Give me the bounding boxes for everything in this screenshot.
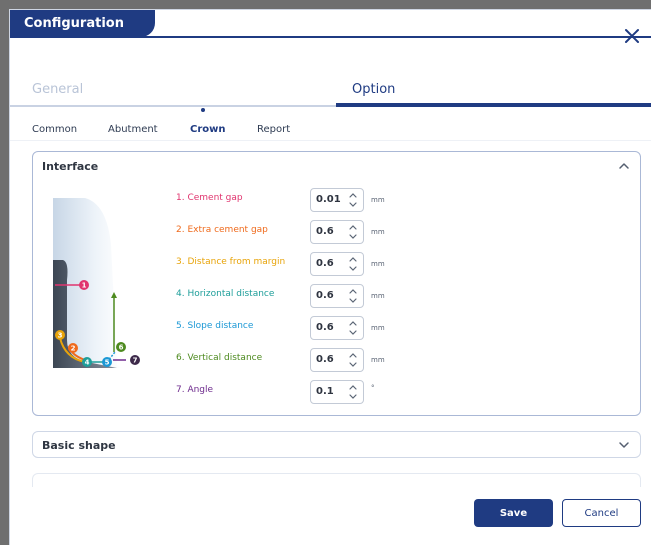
stepper-value[interactable]: 0.6 [316, 258, 334, 269]
param-label: 5. Slope distance [176, 321, 254, 331]
stepper-arrows-icon[interactable] [347, 383, 359, 401]
stepper-arrows-icon[interactable] [347, 255, 359, 273]
stepper-arrows-icon[interactable] [347, 223, 359, 241]
angle-stepper[interactable]: 0.1 [310, 380, 364, 404]
distance-from-margin-stepper[interactable]: 0.6 [310, 252, 364, 276]
marker-3: 3 [58, 332, 63, 340]
param-horizontal-distance: 4. Horizontal distance 0.6 mm [176, 284, 426, 308]
stepper-value[interactable]: 0.01 [316, 194, 341, 205]
tab-crown[interactable]: Crown [190, 124, 226, 135]
param-label: 7. Angle [176, 385, 214, 395]
param-label: 3. Distance from margin [176, 257, 286, 267]
marker-6: 6 [119, 344, 124, 352]
cement-gap-stepper[interactable]: 0.01 [310, 188, 364, 212]
tab-common[interactable]: Common [32, 124, 77, 135]
param-unit: mm [371, 324, 385, 332]
stepper-arrows-icon[interactable] [347, 319, 359, 337]
param-unit: mm [371, 356, 385, 364]
chevron-down-icon[interactable] [618, 439, 630, 451]
param-unit: mm [371, 292, 385, 300]
sub-tabs: Common Abutment Crown Report [10, 106, 651, 141]
main-tabs: General Option [10, 72, 651, 107]
stepper-value[interactable]: 0.6 [316, 322, 334, 333]
slope-distance-stepper[interactable]: 0.6 [310, 316, 364, 340]
param-unit: ° [371, 384, 375, 392]
dialog-title: Configuration [10, 10, 155, 37]
marker-4: 4 [85, 359, 90, 367]
param-label: 1. Cement gap [176, 193, 243, 203]
param-unit: mm [371, 260, 385, 268]
tab-option[interactable]: Option [352, 82, 395, 97]
active-tab-indicator [201, 108, 205, 112]
interface-panel: Interface 1 2 3 4 5 6 7 1. Cement gap 0.… [32, 151, 641, 416]
horizontal-distance-stepper[interactable]: 0.6 [310, 284, 364, 308]
param-label: 2. Extra cement gap [176, 225, 268, 235]
tab-general[interactable]: General [32, 82, 83, 97]
stepper-value[interactable]: 0.1 [316, 386, 334, 397]
stepper-value[interactable]: 0.6 [316, 226, 334, 237]
param-label: 4. Horizontal distance [176, 289, 275, 299]
marker-7: 7 [133, 357, 138, 365]
stepper-arrows-icon[interactable] [347, 287, 359, 305]
stepper-value[interactable]: 0.6 [316, 290, 334, 301]
crown-interface-illustration: 1 2 3 4 5 6 7 [45, 190, 155, 390]
param-label: 6. Vertical distance [176, 353, 263, 363]
collapsed-panel[interactable] [32, 473, 641, 487]
param-slope-distance: 5. Slope distance 0.6 mm [176, 316, 426, 340]
param-extra-cement-gap: 2. Extra cement gap 0.6 mm [176, 220, 426, 244]
basic-shape-title[interactable]: Basic shape [42, 439, 116, 452]
stepper-value[interactable]: 0.6 [316, 354, 334, 365]
vertical-distance-stepper[interactable]: 0.6 [310, 348, 364, 372]
param-vertical-distance: 6. Vertical distance 0.6 mm [176, 348, 426, 372]
cancel-button[interactable]: Cancel [562, 499, 641, 527]
param-unit: mm [371, 196, 385, 204]
extra-cement-gap-stepper[interactable]: 0.6 [310, 220, 364, 244]
stepper-arrows-icon[interactable] [347, 351, 359, 369]
param-unit: mm [371, 228, 385, 236]
param-cement-gap: 1. Cement gap 0.01 mm [176, 188, 426, 212]
marker-2: 2 [71, 345, 76, 353]
basic-shape-panel[interactable]: Basic shape [32, 431, 641, 458]
header-divider [10, 36, 651, 38]
close-icon[interactable] [623, 27, 641, 45]
marker-1: 1 [82, 282, 87, 290]
stepper-arrows-icon[interactable] [347, 191, 359, 209]
tab-abutment[interactable]: Abutment [108, 124, 158, 135]
tab-report[interactable]: Report [257, 124, 290, 135]
marker-5: 5 [105, 359, 110, 367]
interface-title[interactable]: Interface [42, 160, 98, 173]
configuration-dialog: Configuration General Option Common Abut… [10, 10, 651, 545]
chevron-up-icon[interactable] [618, 160, 630, 172]
param-distance-from-margin: 3. Distance from margin 0.6 mm [176, 252, 426, 276]
save-button[interactable]: Save [474, 499, 553, 527]
param-angle: 7. Angle 0.1 ° [176, 380, 426, 404]
